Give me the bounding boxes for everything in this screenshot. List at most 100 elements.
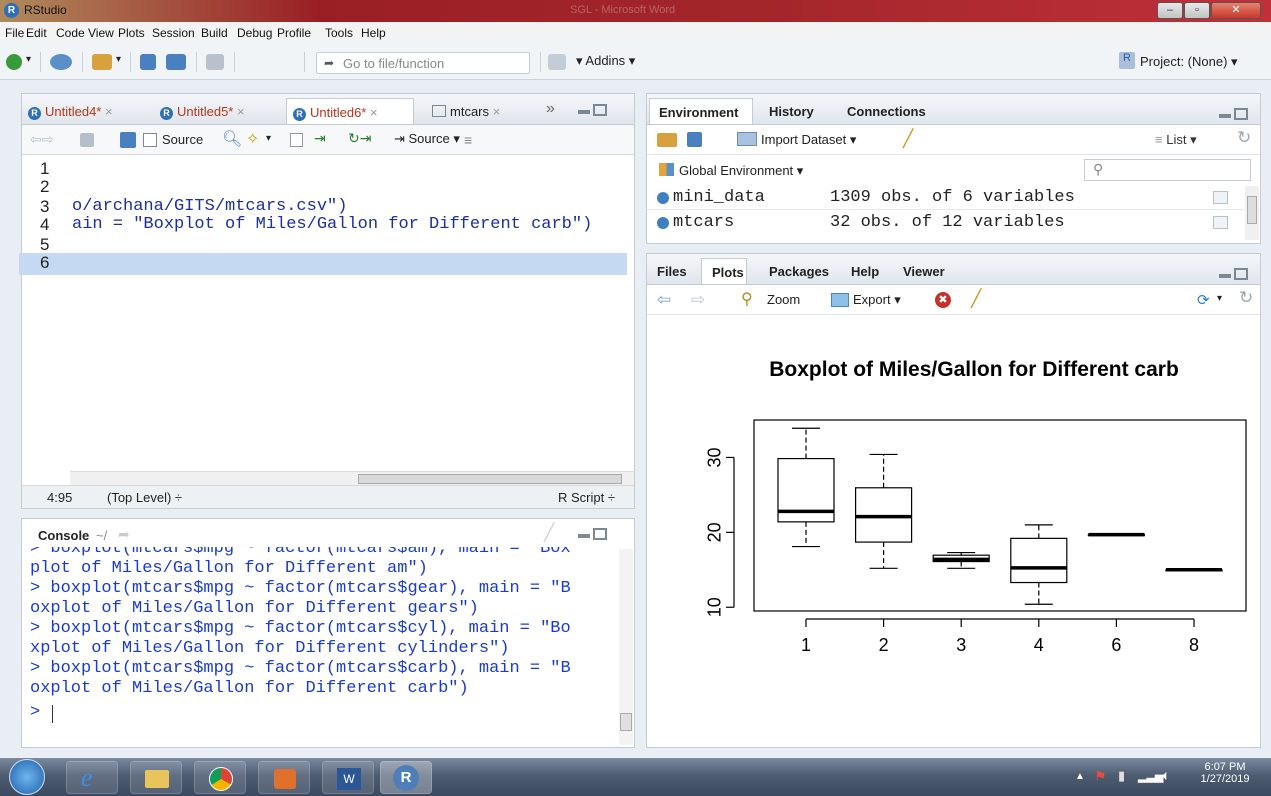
scrollbar-thumb[interactable] [1247, 196, 1257, 224]
menu-edit[interactable]: Edit [26, 26, 47, 40]
menu-profile[interactable]: Profile [277, 26, 311, 40]
environment-scrollbar[interactable] [1245, 186, 1259, 240]
new-file-icon[interactable] [6, 54, 22, 70]
clock[interactable]: 6:07 PM 1/27/2019 [1200, 761, 1250, 785]
tab-untitled4[interactable]: R Untitled4* × [26, 98, 148, 124]
tab-viewer[interactable]: Viewer [903, 258, 959, 284]
menu-plots[interactable]: Plots [118, 26, 145, 40]
remove-plot-icon[interactable]: ✖ [935, 292, 951, 308]
taskbar-word[interactable]: W [322, 761, 374, 794]
next-plot-icon[interactable]: ⇨ [691, 290, 705, 310]
chevron-down-icon[interactable]: ▾ [266, 133, 271, 144]
import-dataset-icon[interactable] [737, 132, 757, 146]
clear-console-broom-icon[interactable]: ╱ [544, 523, 554, 543]
menu-debug[interactable]: Debug [237, 26, 272, 40]
chevron-down-icon[interactable]: ▾ [26, 54, 31, 65]
console-output[interactable]: > boxplot(mtcars$mpg ~ factor(mtcars$am)… [22, 547, 618, 745]
file-type-selector[interactable]: R Script ÷ [558, 490, 615, 505]
refresh-icon[interactable]: ↻ [1237, 128, 1251, 148]
publish-icon[interactable]: ⟳ [1197, 291, 1210, 309]
back-forward-icon[interactable]: ⇦⇨ [30, 131, 53, 148]
pane-minmax-icon[interactable] [578, 104, 608, 118]
tray-expand-icon[interactable]: ▲ [1075, 771, 1085, 782]
tab-environment[interactable]: Environment [649, 98, 753, 124]
taskbar-media-player[interactable] [258, 761, 310, 794]
clear-plots-broom-icon[interactable]: ╱ [971, 289, 981, 309]
close-button[interactable]: ✕ [1211, 2, 1261, 19]
zoom-icon[interactable]: ⚲ [741, 289, 753, 309]
export-menu[interactable]: Export ▾ [853, 292, 901, 308]
view-data-icon[interactable] [1213, 216, 1228, 229]
chevron-down-icon[interactable]: ▾ [1217, 293, 1222, 304]
taskbar-explorer[interactable] [130, 761, 182, 794]
source-button[interactable]: ⇥ Source ▾ [394, 131, 460, 147]
grid-layout-icon[interactable] [548, 54, 566, 70]
list-view-selector[interactable]: ≡ List ▾ [1155, 132, 1197, 148]
tab-untitled5[interactable]: R Untitled5* × [158, 98, 276, 124]
menu-build[interactable]: Build [201, 26, 228, 40]
document-outline-icon[interactable]: ≡ [464, 132, 472, 148]
menu-help[interactable]: Help [361, 26, 386, 40]
tab-help[interactable]: Help [851, 258, 891, 284]
open-file-icon[interactable] [92, 54, 112, 70]
run-line-icon[interactable]: ⇥ [314, 130, 326, 147]
tab-mtcars[interactable]: mtcars × [430, 98, 526, 124]
save-workspace-icon[interactable] [687, 132, 702, 147]
action-center-icon[interactable]: ⚑ [1094, 768, 1107, 785]
menu-file[interactable]: File [5, 26, 24, 40]
minimize-button[interactable]: – [1157, 2, 1183, 19]
import-dataset-button[interactable]: Import Dataset ▾ [761, 132, 856, 148]
tab-plots[interactable]: Plots [701, 258, 747, 284]
global-environment-dropdown[interactable]: Global Environment ▾ [679, 163, 803, 179]
taskbar-rstudio[interactable]: R [380, 761, 432, 794]
power-icon[interactable]: ▮ [1118, 768, 1125, 784]
menu-tools[interactable]: Tools [325, 26, 353, 40]
tab-packages[interactable]: Packages [769, 258, 839, 284]
scrollbar-thumb[interactable] [358, 474, 622, 484]
load-workspace-icon[interactable] [657, 133, 677, 147]
refresh-icon[interactable]: ↻ [1239, 288, 1253, 308]
zoom-button[interactable]: Zoom [767, 292, 800, 307]
start-button[interactable] [9, 759, 45, 795]
previous-plot-icon[interactable]: ⇦ [657, 290, 671, 310]
export-icon[interactable] [831, 293, 849, 307]
menu-session[interactable]: Session [152, 26, 195, 40]
tab-history[interactable]: History [769, 98, 829, 124]
project-menu[interactable]: Project: (None) ▾ [1140, 54, 1238, 70]
env-row[interactable]: mtcars 32 obs. of 12 variables [647, 211, 1260, 235]
taskbar-ie[interactable]: e [66, 761, 118, 794]
tab-untitled6[interactable]: R Untitled6* × [286, 98, 414, 124]
scrollbar-thumb[interactable] [620, 713, 632, 731]
environment-search-input[interactable]: ⚲ [1084, 159, 1251, 181]
menu-code[interactable]: Code [56, 26, 85, 40]
save-all-icon[interactable] [166, 54, 186, 70]
save-icon[interactable] [120, 132, 136, 148]
clear-broom-icon[interactable]: ╱ [903, 129, 913, 149]
maximize-button[interactable]: ▫ [1184, 2, 1210, 19]
pane-minmax-icon[interactable] [1219, 268, 1249, 282]
tab-files[interactable]: Files [657, 258, 691, 284]
rerun-icon[interactable]: ↻⇥ [348, 130, 371, 147]
expand-icon[interactable] [657, 217, 669, 229]
network-icon[interactable]: ▂▃▅ [1138, 770, 1163, 783]
goto-file-input[interactable]: ➦ Go to file/function [316, 52, 530, 74]
more-tabs-icon[interactable]: » [546, 100, 555, 118]
pane-minmax-icon[interactable] [578, 528, 608, 542]
volume-icon[interactable]: 🔈︎ [1162, 767, 1170, 784]
view-data-icon[interactable] [1213, 191, 1228, 204]
menu-view[interactable]: View [88, 26, 114, 40]
code-area[interactable]: 1 2 3 4 5 6 o/archana/GITS/mtcars.csv") … [19, 155, 634, 475]
pane-minmax-icon[interactable] [1219, 108, 1249, 122]
goto-dir-icon[interactable]: ➦ [118, 526, 130, 543]
tab-connections[interactable]: Connections [847, 98, 937, 124]
show-in-window-icon[interactable] [80, 133, 94, 147]
new-project-icon[interactable] [50, 54, 72, 70]
expand-icon[interactable] [657, 192, 669, 204]
taskbar-chrome[interactable] [194, 761, 246, 794]
search-icon[interactable]: 🔍︎ [222, 129, 242, 149]
scope-selector[interactable]: (Top Level) ÷ [107, 490, 182, 505]
source-on-save-checkbox[interactable] [143, 133, 157, 147]
console-scrollbar[interactable] [619, 549, 633, 745]
env-row[interactable]: mini_data 1309 obs. of 6 variables [647, 186, 1260, 210]
print-icon[interactable] [206, 54, 224, 70]
